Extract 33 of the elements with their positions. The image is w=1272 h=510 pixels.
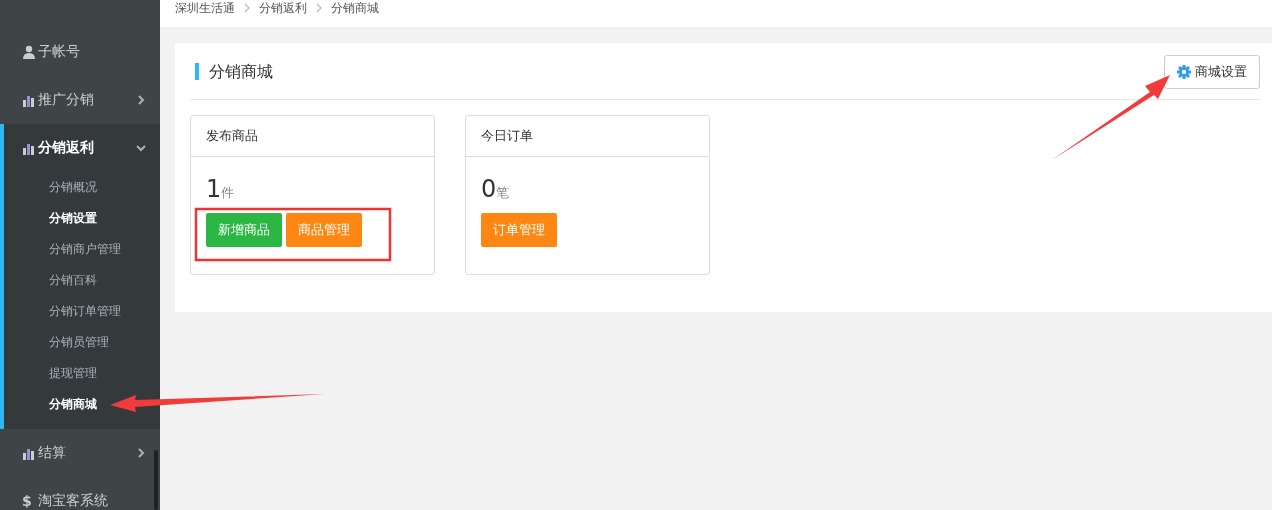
submenu-item[interactable]: 分销订单管理	[4, 296, 160, 327]
count-unit: 件	[221, 185, 235, 202]
bar-chart-icon	[22, 446, 36, 460]
sidebar-item[interactable]: 推广分销	[0, 76, 160, 124]
breadcrumb-link[interactable]: 深圳生活通	[175, 0, 235, 16]
bar-chart-icon	[22, 93, 36, 107]
submenu-item[interactable]: 分销设置	[4, 203, 160, 234]
submenu-item[interactable]: 分销商户管理	[4, 234, 160, 265]
sidebar-item[interactable]: $ 淘宝客系统	[0, 477, 160, 510]
submenu-item[interactable]: 分销概况	[4, 172, 160, 203]
count-value: 1	[206, 175, 222, 203]
breadcrumb-link[interactable]: 分销返利	[259, 0, 307, 16]
chevron-right-icon	[315, 2, 323, 14]
chevron-right-icon	[243, 2, 251, 14]
sidebar-item[interactable]: 结算	[0, 429, 160, 477]
sidebar-item[interactable]: 分销返利	[0, 124, 160, 172]
bar-chart-icon	[22, 141, 36, 155]
user-icon	[22, 45, 36, 59]
breadcrumb-link[interactable]: 分销商城	[331, 0, 379, 16]
dollar-icon: $	[22, 493, 32, 509]
count-unit: 笔	[496, 185, 510, 202]
settings-icon	[1177, 64, 1191, 79]
count-value: 0	[481, 175, 497, 203]
card-title: 发布商品	[206, 127, 258, 145]
submenu-item[interactable]: 分销商城	[4, 389, 160, 420]
settings-button[interactable]: 商城设置	[1164, 54, 1260, 89]
submenu-item[interactable]: 分销百科	[4, 265, 160, 296]
sidebar-item[interactable]: 子帐号	[0, 28, 160, 76]
card-title: 今日订单	[481, 127, 533, 145]
submenu-item[interactable]: 提现管理	[4, 358, 160, 389]
panel-title: 分销商城	[195, 63, 273, 80]
scrollbar[interactable]	[154, 450, 158, 510]
submenu-item[interactable]: 分销员管理	[4, 327, 160, 358]
